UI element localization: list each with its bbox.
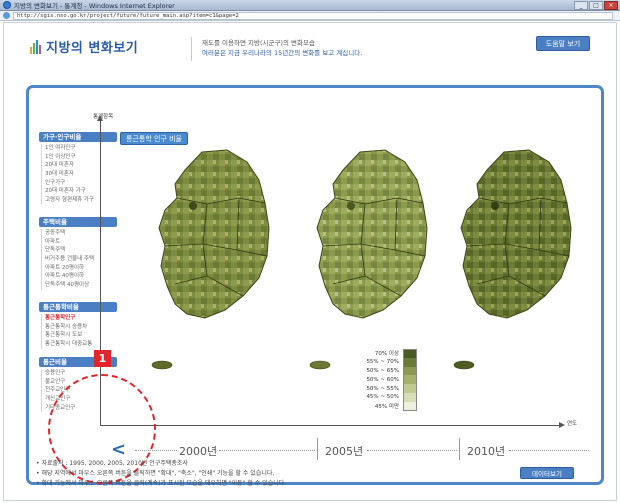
x-axis-arrow-icon (559, 422, 565, 428)
jeju-map-2010[interactable] (453, 360, 475, 370)
sidebar-group-housing: 주택비율 공동주택 아파트 단독주택 비거주용 건물내 주택 아파트 20평이하 아파트 … (39, 217, 117, 292)
map-legend: 70% 이상 55% ~ 70% 50% ~ 65% 50% ~ 60% 50% ~ 5… (345, 349, 417, 411)
site-logo[interactable]: 지방의 변화보기 (30, 37, 138, 56)
sidebar-item[interactable]: 아파트 40평이하 (45, 272, 117, 281)
ie-icon (3, 1, 11, 9)
korea-map-2005[interactable] (305, 148, 435, 328)
data-view-button[interactable]: 데이터보기 (520, 467, 574, 479)
legend-row: 45% 미만 (345, 401, 417, 411)
jeju-map-2005[interactable] (309, 360, 331, 370)
legend-label: 50% ~ 60% (366, 376, 399, 383)
url-field[interactable]: http://sgis.nso.go.kr/project/future/fut… (13, 11, 613, 20)
sidebar-group-items: 1인 여자인구 1인 이상인구 20대 미혼자 30대 미혼자 인구가구 20대 미혼자 … (41, 144, 117, 205)
y-axis-label: 통계항목 (93, 114, 114, 120)
legend-row: 55% ~ 70% (345, 357, 417, 367)
legend-row: 50% ~ 60% (345, 375, 417, 385)
window-title: 지방의 변화보기 - 통계청 - Windows Internet Explor… (14, 2, 175, 10)
legend-swatch (403, 392, 417, 402)
footnotes: • 자료출처 : 1995, 2000, 2005, 2010년 인구주택총조사… (36, 459, 586, 489)
x-axis (100, 425, 560, 426)
year-label-2005[interactable]: 2005년 (325, 443, 363, 459)
jeju-map-2000[interactable] (151, 360, 173, 370)
close-icon[interactable]: × (604, 1, 618, 10)
sidebar-group-items: 공동주택 아파트 단독주택 비거주용 건물내 주택 아파트 20평이하 아파트 40평이하… (41, 229, 117, 290)
footnote: • 해당 지역에서 마우스 오른쪽 버튼을 클릭하면 "확대", "축소", "… (36, 470, 275, 477)
desc-line-1: 재도를 이용하면 지방(시군구)의 변화모습 (202, 39, 315, 47)
sidebar-item[interactable]: 고령자 형편제휴 가구 (45, 196, 117, 205)
sidebar-item[interactable]: 비거주용 건물내 주택 (45, 255, 117, 264)
chart-title: 통근통학 인구 비율 (120, 132, 188, 145)
sidebar-group-commute: 통근통학비율 통근통학인구 통근통학시 승용차 통근통학시 도보 통근통학시 대중교통 (39, 302, 117, 351)
korea-map-2010[interactable] (449, 148, 579, 328)
logo-bars-icon (30, 39, 41, 54)
sidebar-item[interactable]: 공동주택 (45, 229, 117, 238)
legend-swatch (403, 401, 417, 411)
legend-label: 45% 미만 (374, 404, 399, 411)
timeline-dots (367, 450, 457, 451)
timeline-dots (219, 450, 315, 451)
legend-swatch (403, 366, 417, 376)
sidebar-item[interactable]: 단독주택 (45, 246, 117, 255)
sidebar-item[interactable]: 단독주택 40평이상 (45, 281, 117, 290)
annotation-marker: 1 (94, 350, 111, 367)
header-divider (191, 37, 192, 61)
korea-map-2000[interactable] (147, 148, 277, 328)
year-label-2000[interactable]: 2000년 (179, 443, 217, 459)
help-button[interactable]: 도움말 보기 (536, 36, 590, 51)
sidebar-item[interactable]: 통근통학시 대중교통 (45, 340, 117, 349)
address-bar: http://sgis.nso.go.kr/project/future/fut… (0, 11, 620, 21)
legend-row: 50% ~ 55% (345, 384, 417, 393)
timeline-separator (317, 438, 318, 460)
year-timeline: < 2000년 2005년 2010년 (111, 438, 601, 461)
sidebar-item[interactable]: 20대 미혼자 가구 (45, 187, 117, 196)
sidebar-group-header[interactable]: 가구·인구비율 (39, 132, 117, 142)
sidebar-item[interactable]: 인구가구 (45, 179, 117, 188)
window-titlebar: 지방의 변화보기 - 통계청 - Windows Internet Explor… (0, 0, 620, 11)
sidebar-group-header[interactable]: 주택비율 (39, 217, 117, 227)
legend-swatch (403, 357, 417, 367)
sidebar-group-items: 통근통학인구 통근통학시 승용차 통근통학시 도보 통근통학시 대중교통 (41, 314, 117, 349)
legend-row: 70% 이상 (345, 349, 417, 358)
sidebar-group-household: 가구·인구비율 1인 여자인구 1인 이상인구 20대 미혼자 30대 미혼자 인구가구… (39, 132, 117, 207)
legend-swatch (403, 375, 417, 385)
desc-line-2: 여러분은 지금 우리나라의 15년간의 변화를 보고 계십니다. (202, 49, 363, 57)
sidebar-item[interactable]: 통근통학시 승용차 (45, 323, 117, 332)
maximize-icon[interactable]: □ (589, 1, 603, 10)
sidebar-item[interactable]: 1인 이상인구 (45, 153, 117, 162)
footnote: • 확대 기능에서 마우스 오른쪽 버튼을 클릭(계속)가 표시된 모습을 태우… (36, 480, 287, 487)
timeline-separator (459, 438, 460, 460)
timeline-dots (509, 450, 589, 451)
sidebar-item[interactable]: 아파트 (45, 238, 117, 247)
minimize-icon[interactable]: _ (574, 1, 588, 10)
logo-text: 지방의 변화보기 (46, 41, 139, 56)
legend-label: 50% ~ 65% (366, 367, 399, 374)
sidebar-item[interactable]: 통근통학시 도보 (45, 331, 117, 340)
sidebar-item[interactable]: 1인 여자인구 (45, 144, 117, 153)
sidebar-item[interactable]: 30대 미혼자 (45, 170, 117, 179)
sidebar-group-header[interactable]: 통근통학비율 (39, 302, 117, 312)
legend-label: 70% 이상 (374, 351, 399, 358)
legend-label: 50% ~ 55% (366, 385, 399, 392)
legend-label: 55% ~ 70% (366, 359, 399, 366)
legend-swatch (403, 349, 417, 358)
legend-swatch (403, 384, 417, 393)
legend-row: 50% ~ 65% (345, 366, 417, 376)
sidebar-item[interactable]: 통근통학인구 (45, 314, 117, 323)
page-content: 지방의 변화보기 재도를 이용하면 지방(시군구)의 변화모습 여러분은 지금 … (3, 22, 617, 501)
legend-label: 45% ~ 50% (366, 394, 399, 401)
sidebar-item[interactable]: 아파트 20평이하 (45, 264, 117, 273)
window-controls: _ □ × (574, 1, 618, 10)
legend-row: 45% ~ 50% (345, 392, 417, 402)
x-axis-label: 연도 (567, 421, 578, 427)
sidebar-item[interactable]: 20대 미혼자 (45, 161, 117, 170)
footnote: • 자료출처 : 1995, 2000, 2005, 2010년 인구주택총조사 (36, 460, 188, 467)
header-description: 재도를 이용하면 지방(시군구)의 변화모습 여러분은 지금 우리나라의 15년… (202, 38, 362, 58)
year-label-2010[interactable]: 2010년 (467, 443, 505, 459)
page-icon (3, 12, 10, 19)
